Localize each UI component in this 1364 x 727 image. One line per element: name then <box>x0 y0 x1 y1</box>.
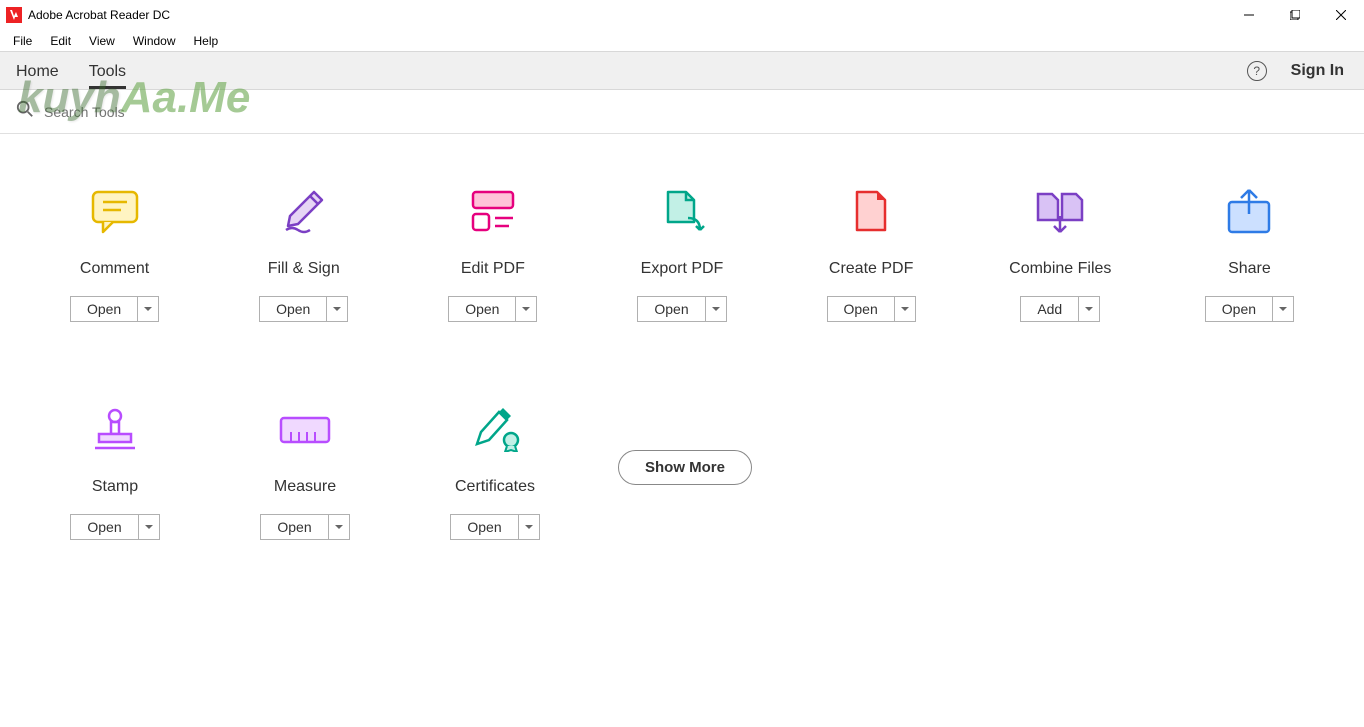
tool-stamp: Stamp Open <box>20 402 210 540</box>
close-button[interactable] <box>1318 0 1364 30</box>
dropdown-button[interactable] <box>705 296 727 322</box>
title-bar: Adobe Acrobat Reader DC <box>0 0 1364 30</box>
help-icon[interactable]: ? <box>1247 61 1267 81</box>
open-button[interactable]: Open <box>827 296 894 322</box>
dropdown-button[interactable] <box>1078 296 1100 322</box>
tool-fill-sign: Fill & Sign Open <box>209 184 398 322</box>
dropdown-button[interactable] <box>515 296 537 322</box>
window-title: Adobe Acrobat Reader DC <box>28 8 170 22</box>
tool-label: Edit PDF <box>461 260 525 278</box>
open-button[interactable]: Open <box>637 296 704 322</box>
tool-label: Create PDF <box>829 260 913 278</box>
tool-label: Comment <box>80 260 149 278</box>
tool-certificates: Certificates Open <box>400 402 590 540</box>
tool-label: Fill & Sign <box>268 260 340 278</box>
stamp-icon <box>87 402 143 458</box>
tool-label: Share <box>1228 260 1271 278</box>
tool-label: Export PDF <box>641 260 724 278</box>
menu-view[interactable]: View <box>80 32 124 50</box>
search-input[interactable] <box>44 104 244 120</box>
tool-label: Measure <box>274 478 336 496</box>
maximize-button[interactable] <box>1272 0 1318 30</box>
menu-window[interactable]: Window <box>124 32 185 50</box>
minimize-button[interactable] <box>1226 0 1272 30</box>
dropdown-button[interactable] <box>328 514 350 540</box>
dropdown-button[interactable] <box>1272 296 1294 322</box>
menu-file[interactable]: File <box>4 32 41 50</box>
tool-export-pdf: Export PDF Open <box>587 184 776 322</box>
combine-files-icon <box>1032 184 1088 240</box>
show-more-container: Show More <box>590 402 780 540</box>
edit-pdf-icon <box>465 184 521 240</box>
dropdown-button[interactable] <box>137 296 159 322</box>
sign-in-button[interactable]: Sign In <box>1291 62 1344 80</box>
tab-tools[interactable]: Tools <box>89 55 126 89</box>
tool-edit-pdf: Edit PDF Open <box>398 184 587 322</box>
open-button[interactable]: Open <box>259 296 326 322</box>
dropdown-button[interactable] <box>326 296 348 322</box>
menu-bar: File Edit View Window Help <box>0 30 1364 52</box>
tools-grid: Comment Open Fill & Sign Open Edit PDF <box>0 134 1364 620</box>
add-button[interactable]: Add <box>1020 296 1078 322</box>
menu-edit[interactable]: Edit <box>41 32 80 50</box>
comment-icon <box>87 184 143 240</box>
tool-share: Share Open <box>1155 184 1344 322</box>
tab-bar: Home Tools ? Sign In <box>0 52 1364 90</box>
search-bar <box>0 90 1364 134</box>
tool-create-pdf: Create PDF Open <box>777 184 966 322</box>
share-icon <box>1221 184 1277 240</box>
open-button[interactable]: Open <box>70 296 137 322</box>
search-icon <box>16 100 34 123</box>
tool-label: Stamp <box>92 478 138 496</box>
menu-help[interactable]: Help <box>185 32 228 50</box>
tab-home[interactable]: Home <box>16 55 59 89</box>
tool-combine-files: Combine Files Add <box>966 184 1155 322</box>
open-button[interactable]: Open <box>1205 296 1272 322</box>
dropdown-button[interactable] <box>894 296 916 322</box>
tool-label: Combine Files <box>1009 260 1111 278</box>
tool-measure: Measure Open <box>210 402 400 540</box>
open-button[interactable]: Open <box>448 296 515 322</box>
tool-comment: Comment Open <box>20 184 209 322</box>
open-button[interactable]: Open <box>70 514 137 540</box>
app-icon <box>6 7 22 23</box>
certificates-icon <box>467 402 523 458</box>
fill-sign-icon <box>276 184 332 240</box>
dropdown-button[interactable] <box>518 514 540 540</box>
tool-label: Certificates <box>455 478 535 496</box>
dropdown-button[interactable] <box>138 514 160 540</box>
measure-icon <box>277 402 333 458</box>
open-button[interactable]: Open <box>450 514 517 540</box>
show-more-button[interactable]: Show More <box>618 450 752 485</box>
export-pdf-icon <box>654 184 710 240</box>
open-button[interactable]: Open <box>260 514 327 540</box>
create-pdf-icon <box>843 184 899 240</box>
